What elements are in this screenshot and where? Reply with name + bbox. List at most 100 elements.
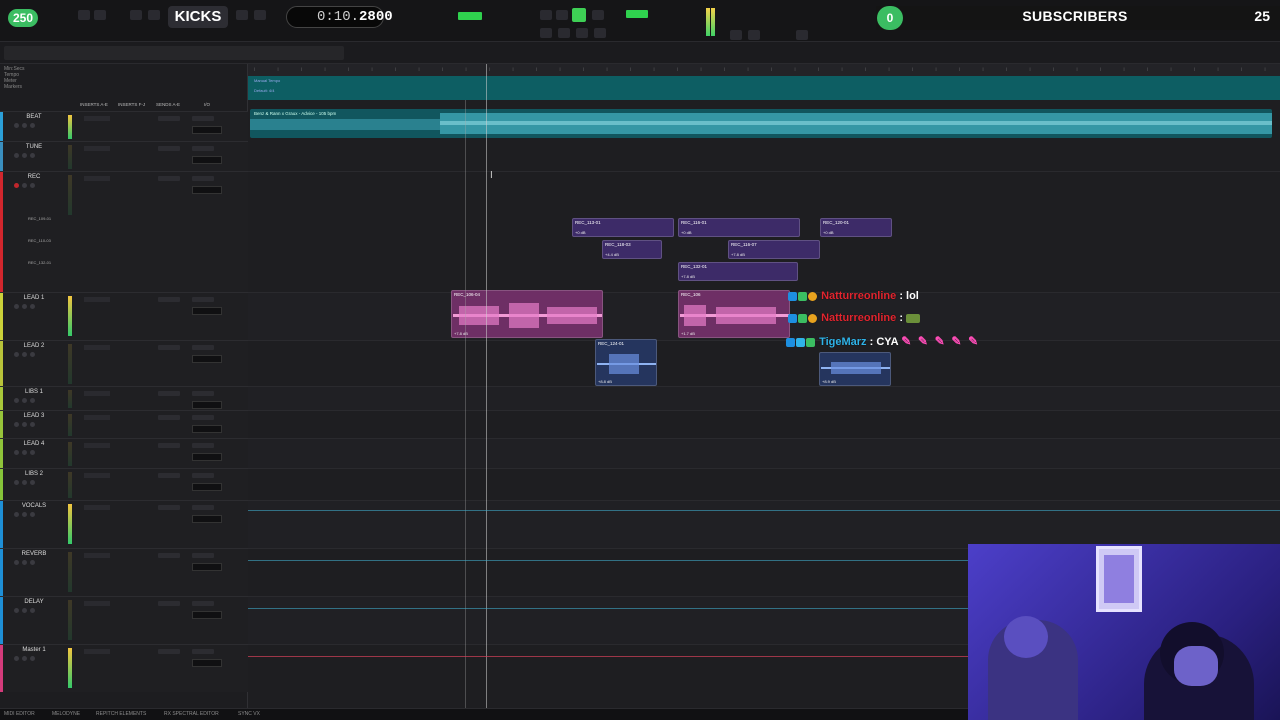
insert-slot[interactable] bbox=[96, 345, 110, 350]
send-slot[interactable] bbox=[158, 601, 180, 606]
track-lead-3[interactable]: LEAD 3 bbox=[0, 410, 248, 438]
insert-slot[interactable] bbox=[96, 176, 110, 181]
playlist-name[interactable]: REC_109-01 bbox=[28, 216, 58, 221]
insert-slot[interactable] bbox=[96, 443, 110, 448]
volume-display[interactable] bbox=[192, 156, 222, 164]
insert-slot[interactable] bbox=[96, 116, 110, 121]
mute-button[interactable] bbox=[30, 450, 35, 455]
rec-button[interactable] bbox=[14, 352, 19, 357]
io-selector[interactable] bbox=[192, 146, 214, 151]
stop-icon[interactable] bbox=[556, 10, 568, 20]
playlist-name[interactable]: REC_132-01 bbox=[28, 260, 58, 265]
mute-button[interactable] bbox=[30, 304, 35, 309]
track-lead-2[interactable]: LEAD 2 bbox=[0, 340, 248, 386]
track-beat[interactable]: BEAT bbox=[0, 111, 248, 141]
clip-rec-132[interactable]: REC_132-01 +7.8 dB bbox=[678, 262, 798, 281]
zoom-icon[interactable] bbox=[148, 10, 160, 20]
insert-slot[interactable] bbox=[96, 505, 110, 510]
track-vocals[interactable]: VOCALS bbox=[0, 500, 248, 548]
io-selector[interactable] bbox=[192, 443, 214, 448]
track-name[interactable]: LIBS 2 bbox=[14, 471, 54, 477]
playlist-name[interactable]: REC_110-03 bbox=[28, 238, 58, 243]
track-name[interactable]: BEAT bbox=[14, 114, 54, 120]
send-slot[interactable] bbox=[158, 553, 180, 558]
track-delay[interactable]: DELAY bbox=[0, 596, 248, 644]
clip-rec-116[interactable]: REC_116-01 +0 dB bbox=[678, 218, 800, 237]
insert-slot[interactable] bbox=[96, 649, 110, 654]
lane-libs-1[interactable] bbox=[248, 386, 1280, 410]
loop-icon[interactable] bbox=[540, 10, 552, 20]
clip-rec-120[interactable]: REC_120-01 +0 dB bbox=[820, 218, 892, 237]
tab-sync-vx[interactable]: SYNC VX bbox=[238, 711, 260, 717]
io-selector[interactable] bbox=[192, 553, 214, 558]
track-libs-1[interactable]: LIBS 1 bbox=[0, 386, 248, 410]
track-name[interactable]: LEAD 1 bbox=[14, 295, 54, 301]
track-name[interactable]: LEAD 3 bbox=[14, 413, 54, 419]
send-slot[interactable] bbox=[158, 297, 180, 302]
rewind-icon[interactable] bbox=[78, 10, 90, 20]
send-slot[interactable] bbox=[158, 443, 180, 448]
insert-slot[interactable] bbox=[96, 415, 110, 420]
track-name[interactable]: VOCALS bbox=[14, 503, 54, 509]
track-name[interactable]: DELAY bbox=[14, 599, 54, 605]
mute-button[interactable] bbox=[30, 656, 35, 661]
track-name[interactable]: LEAD 2 bbox=[14, 343, 54, 349]
solo-button[interactable] bbox=[22, 352, 27, 357]
io-selector[interactable] bbox=[192, 391, 214, 396]
send-slot[interactable] bbox=[158, 415, 180, 420]
trim-tool-icon[interactable] bbox=[236, 10, 248, 20]
send-slot[interactable] bbox=[158, 345, 180, 350]
mute-button[interactable] bbox=[30, 480, 35, 485]
rec-button[interactable] bbox=[14, 512, 19, 517]
send-slot[interactable] bbox=[158, 146, 180, 151]
clip-lead2-a[interactable]: REC_124-01 +8.8 dB bbox=[595, 339, 657, 386]
mute-button[interactable] bbox=[30, 352, 35, 357]
forward-icon[interactable] bbox=[94, 10, 106, 20]
clip-lead2-b[interactable]: +8.9 dB bbox=[819, 352, 891, 386]
volume-display[interactable] bbox=[192, 483, 222, 491]
solo-button[interactable] bbox=[22, 153, 27, 158]
volume-display[interactable] bbox=[192, 307, 222, 315]
track-rec[interactable]: REC REC_109-01 REC_110-03 REC_132-01 bbox=[0, 171, 248, 292]
solo-button[interactable] bbox=[22, 123, 27, 128]
send-slot[interactable] bbox=[158, 176, 180, 181]
end-icon[interactable] bbox=[594, 28, 606, 38]
fwd-icon[interactable] bbox=[576, 28, 588, 38]
solo-button[interactable] bbox=[22, 656, 27, 661]
volume-display[interactable] bbox=[192, 401, 222, 409]
rec-button[interactable] bbox=[14, 398, 19, 403]
settings-icon[interactable] bbox=[796, 30, 808, 40]
solo-button[interactable] bbox=[22, 398, 27, 403]
volume-display[interactable] bbox=[192, 126, 222, 134]
solo-button[interactable] bbox=[22, 304, 27, 309]
volume-display[interactable] bbox=[192, 453, 222, 461]
grid-icon[interactable] bbox=[730, 30, 742, 40]
ruler[interactable]: | | | | | | | | | | | | | | | | | | | | | | | | | | | | | | | | | | | | | | | |… bbox=[248, 64, 1280, 76]
playhead[interactable] bbox=[486, 64, 487, 710]
solo-button[interactable] bbox=[22, 422, 27, 427]
rec-button[interactable] bbox=[14, 560, 19, 565]
rec-button[interactable] bbox=[14, 450, 19, 455]
clip-rec-116-07[interactable]: REC_116-07 +7.8 dB bbox=[728, 240, 820, 259]
io-selector[interactable] bbox=[192, 176, 214, 181]
volume-display[interactable] bbox=[192, 563, 222, 571]
tool-icon[interactable] bbox=[130, 10, 142, 20]
tab-melodyne[interactable]: MELODYNE bbox=[52, 711, 80, 717]
mute-button[interactable] bbox=[30, 183, 35, 188]
mute-button[interactable] bbox=[30, 422, 35, 427]
track-name[interactable]: LEAD 4 bbox=[14, 441, 54, 447]
insert-slot[interactable] bbox=[96, 146, 110, 151]
lane-libs-2[interactable] bbox=[248, 468, 1280, 500]
lane-lead-2[interactable] bbox=[248, 340, 1280, 386]
record-icon[interactable] bbox=[592, 10, 604, 20]
track-name[interactable]: TUNE bbox=[14, 144, 54, 150]
prev-icon[interactable] bbox=[540, 28, 552, 38]
track-master-1[interactable]: Master 1 bbox=[0, 644, 248, 692]
lane-lead-3[interactable] bbox=[248, 410, 1280, 438]
tab-rx[interactable]: RX SPECTRAL EDITOR bbox=[164, 711, 219, 717]
pencil-tool-icon[interactable] bbox=[254, 10, 266, 20]
mute-button[interactable] bbox=[30, 512, 35, 517]
vocals-volume-line[interactable] bbox=[248, 510, 1280, 511]
io-selector[interactable] bbox=[192, 345, 214, 350]
track-lead-4[interactable]: LEAD 4 bbox=[0, 438, 248, 468]
